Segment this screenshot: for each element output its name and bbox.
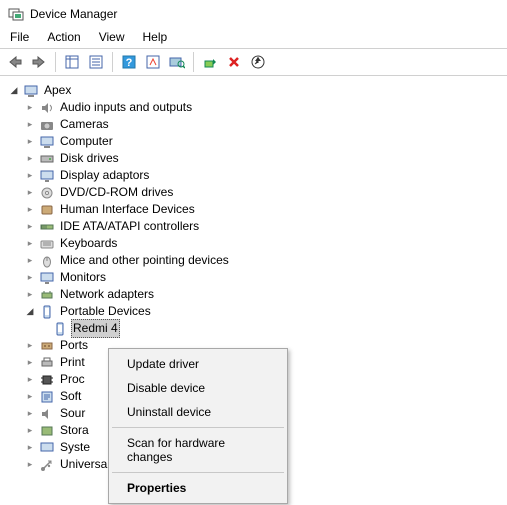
device-icon	[52, 321, 68, 337]
camera-icon	[39, 117, 55, 133]
chevron-right-icon[interactable]: ▸	[24, 221, 36, 233]
tree-item-display[interactable]: ▸Display adaptors	[4, 167, 507, 184]
chevron-right-icon[interactable]: ▸	[24, 391, 36, 403]
monitor-icon	[39, 270, 55, 286]
ide-icon	[39, 219, 55, 235]
chevron-right-icon[interactable]: ▸	[24, 187, 36, 199]
hid-icon	[39, 202, 55, 218]
tree-item-hid[interactable]: ▸Human Interface Devices	[4, 201, 507, 218]
chevron-down-icon[interactable]: ◢	[24, 306, 36, 318]
title-bar: Device Manager	[0, 0, 507, 26]
toolbar-separator	[112, 52, 113, 72]
tree-item-cameras[interactable]: ▸Cameras	[4, 116, 507, 133]
keyboard-icon	[39, 236, 55, 252]
toolbar-separator	[193, 52, 194, 72]
chevron-right-icon[interactable]: ▸	[24, 170, 36, 182]
computer-icon	[39, 134, 55, 150]
forward-button[interactable]	[28, 51, 50, 73]
uninstall-button[interactable]	[223, 51, 245, 73]
tree-item-ide[interactable]: ▸IDE ATA/ATAPI controllers	[4, 218, 507, 235]
properties-button[interactable]	[85, 51, 107, 73]
svg-text:?: ?	[126, 57, 133, 69]
device-manager-icon	[8, 6, 24, 22]
chevron-right-icon[interactable]: ▸	[24, 442, 36, 454]
chevron-right-icon[interactable]: ▸	[24, 119, 36, 131]
tree-item-keyboards[interactable]: ▸Keyboards	[4, 235, 507, 252]
help-button[interactable]: ?	[118, 51, 140, 73]
display-icon	[39, 168, 55, 184]
context-disable-device[interactable]: Disable device	[111, 376, 285, 400]
context-separator	[112, 472, 284, 473]
sound-icon	[39, 406, 55, 422]
scan-hardware-button[interactable]	[166, 51, 188, 73]
printer-icon	[39, 355, 55, 371]
tree-item-network[interactable]: ▸Network adapters	[4, 286, 507, 303]
menu-file[interactable]: File	[10, 30, 29, 44]
context-scan-hardware[interactable]: Scan for hardware changes	[111, 431, 285, 469]
chevron-right-icon[interactable]: ▸	[24, 136, 36, 148]
update-button[interactable]	[247, 51, 269, 73]
chevron-right-icon[interactable]: ▸	[24, 459, 36, 471]
chevron-right-icon[interactable]: ▸	[24, 357, 36, 369]
window-title: Device Manager	[30, 7, 117, 21]
disk-icon	[39, 151, 55, 167]
tree-root-label: Apex	[42, 82, 73, 99]
system-icon	[39, 440, 55, 456]
chevron-right-icon[interactable]: ▸	[24, 255, 36, 267]
tree-item-dvd[interactable]: ▸DVD/CD-ROM drives	[4, 184, 507, 201]
chevron-right-icon[interactable]: ▸	[24, 408, 36, 420]
dvd-icon	[39, 185, 55, 201]
usb-icon	[39, 457, 55, 473]
menu-action[interactable]: Action	[47, 30, 80, 44]
menu-help[interactable]: Help	[143, 30, 168, 44]
action-button[interactable]	[142, 51, 164, 73]
enable-button[interactable]	[199, 51, 221, 73]
chevron-right-icon[interactable]: ▸	[24, 153, 36, 165]
toolbar-separator	[55, 52, 56, 72]
mouse-icon	[39, 253, 55, 269]
chevron-right-icon[interactable]: ▸	[24, 238, 36, 250]
tree-item-disk-drives[interactable]: ▸Disk drives	[4, 150, 507, 167]
storage-icon	[39, 423, 55, 439]
context-separator	[112, 427, 284, 428]
tree-item-mice[interactable]: ▸Mice and other pointing devices	[4, 252, 507, 269]
network-icon	[39, 287, 55, 303]
menu-view[interactable]: View	[99, 30, 125, 44]
tree-item-portable[interactable]: ◢Portable Devices	[4, 303, 507, 320]
chevron-right-icon[interactable]: ▸	[24, 340, 36, 352]
show-hide-tree-button[interactable]	[61, 51, 83, 73]
tree-item-audio[interactable]: ▸Audio inputs and outputs	[4, 99, 507, 116]
portable-icon	[39, 304, 55, 320]
audio-icon	[39, 100, 55, 116]
chevron-right-icon[interactable]: ▸	[24, 374, 36, 386]
context-uninstall-device[interactable]: Uninstall device	[111, 400, 285, 424]
tree-root[interactable]: ◢ Apex	[4, 82, 507, 99]
chevron-right-icon[interactable]: ▸	[24, 204, 36, 216]
chevron-right-icon[interactable]: ▸	[24, 102, 36, 114]
chevron-down-icon[interactable]: ◢	[8, 85, 20, 97]
computer-icon	[23, 83, 39, 99]
tree-item-monitors[interactable]: ▸Monitors	[4, 269, 507, 286]
back-button[interactable]	[4, 51, 26, 73]
port-icon	[39, 338, 55, 354]
menu-bar: File Action View Help	[0, 26, 507, 48]
context-update-driver[interactable]: Update driver	[111, 352, 285, 376]
chevron-right-icon[interactable]: ▸	[24, 289, 36, 301]
context-menu: Update driver Disable device Uninstall d…	[108, 348, 288, 504]
processor-icon	[39, 372, 55, 388]
context-properties[interactable]: Properties	[111, 476, 285, 500]
tree-item-computer[interactable]: ▸Computer	[4, 133, 507, 150]
toolbar: ?	[0, 48, 507, 76]
chevron-right-icon[interactable]: ▸	[24, 272, 36, 284]
software-icon	[39, 389, 55, 405]
tree-item-redmi4[interactable]: Redmi 4	[4, 320, 507, 337]
chevron-right-icon[interactable]: ▸	[24, 425, 36, 437]
